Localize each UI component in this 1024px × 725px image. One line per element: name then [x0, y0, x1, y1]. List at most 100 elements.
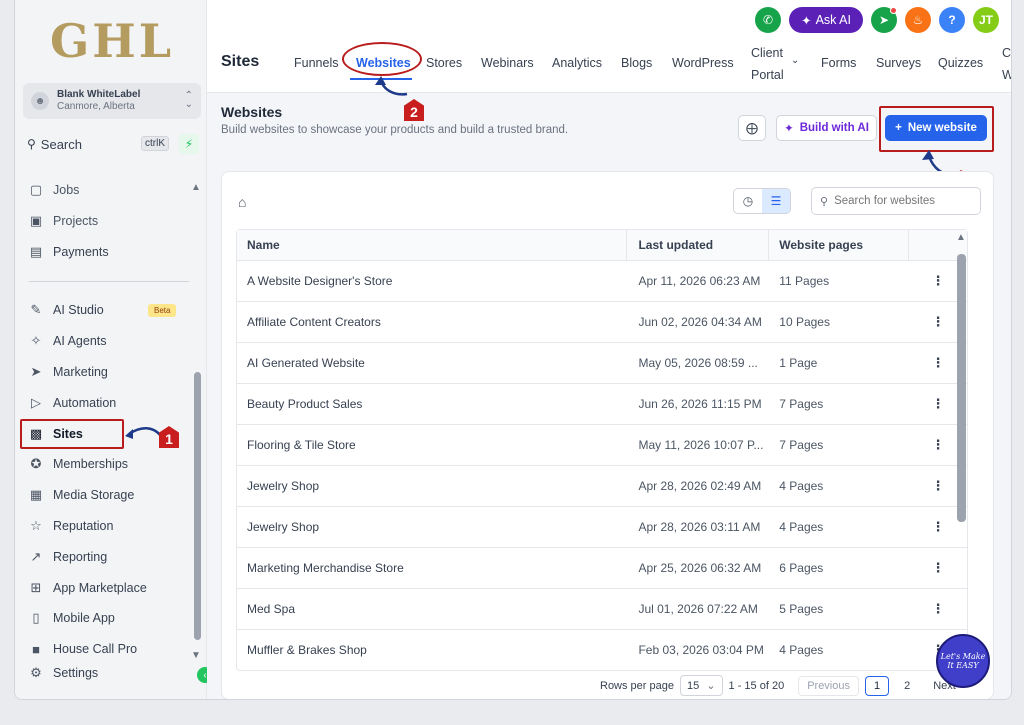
table-row[interactable]: Marketing Merchandise Store Apr 25, 2026…	[237, 547, 967, 588]
sidebar-item-automation[interactable]: ▷ Automation	[27, 391, 116, 415]
table-row[interactable]: Med Spa Jul 01, 2026 07:22 AM 5 Pages ⋮	[237, 588, 967, 629]
tab-surveys[interactable]: Surveys	[876, 56, 921, 70]
bell-icon[interactable]: ♨	[905, 7, 931, 33]
scroll-up-icon[interactable]: ▲	[191, 182, 201, 193]
sidebar-divider	[29, 281, 189, 282]
search-icon: ⚲	[27, 137, 36, 151]
step1-arrow-icon	[125, 427, 162, 439]
tab-wordpress[interactable]: WordPress	[672, 56, 734, 70]
previous-button[interactable]: Previous	[798, 675, 859, 696]
ask-ai-button[interactable]: ✦ Ask AI	[789, 7, 863, 33]
chevron-down-icon[interactable]: ⌄	[791, 55, 799, 66]
build-with-ai-button[interactable]: ✦ Build with AI	[776, 115, 877, 141]
sidebar-scrollbar[interactable]	[194, 372, 201, 640]
tab-funnels[interactable]: Funnels	[294, 56, 338, 70]
sidebar-item-media-storage[interactable]: ▦ Media Storage	[27, 483, 134, 507]
table-row[interactable]: Muffler & Brakes Shop Feb 03, 2026 03:04…	[237, 629, 967, 670]
sidebar-item-reporting[interactable]: ↗ Reporting	[27, 545, 108, 569]
phone-icon: ▯	[32, 610, 40, 625]
sites-highlight-box	[20, 419, 124, 449]
column-last-updated[interactable]: Last updated	[627, 230, 770, 260]
sidebar-item-ai-studio[interactable]: ✎ AI Studio	[27, 298, 104, 322]
receipt-icon: ▤	[29, 244, 43, 259]
tab-webinars[interactable]: Webinars	[481, 56, 534, 70]
watermark-logo: Let's Make It EASY	[936, 634, 990, 688]
sidebar-item-settings[interactable]: ⚙ Settings	[27, 661, 98, 685]
rows-per-page-label: Rows per page	[600, 679, 674, 692]
tab-widget[interactable]: Widg	[1002, 68, 1011, 82]
top-icons: ✆ ✦ Ask AI ➤ ♨ ? JT	[755, 7, 999, 33]
account-switcher[interactable]: ☻ Blank WhiteLabel Canmore, Alberta ⌃ ⌄	[23, 83, 201, 119]
help-button[interactable]: ?	[939, 7, 965, 33]
folder-plus-icon: ⨁	[746, 121, 758, 135]
websites-card: ⌂ ◷ ☰ ⚲ Name Last updated Website pages …	[221, 171, 994, 699]
tab-stores[interactable]: Stores	[426, 56, 462, 70]
toolbox-icon: ■	[32, 641, 40, 657]
search-label: Search	[40, 136, 82, 152]
sidebar-item-memberships[interactable]: ✪ Memberships	[27, 452, 128, 476]
scroll-down-icon[interactable]: ▼	[191, 650, 201, 661]
step2-arrow-icon	[375, 76, 408, 96]
new-folder-button[interactable]: ⨁	[738, 115, 766, 141]
ai-studio-icon: ✎	[30, 302, 42, 317]
sidebar-item-payments[interactable]: ▤ Payments	[27, 240, 109, 264]
table-header: Name Last updated Website pages	[237, 230, 967, 260]
user-icon: ☻	[31, 92, 49, 110]
sidebar-item-reputation[interactable]: ☆ Reputation	[27, 514, 113, 538]
tab-analytics[interactable]: Analytics	[552, 56, 602, 70]
home-icon[interactable]: ⌂	[238, 194, 246, 210]
notification-dot	[890, 7, 897, 14]
megaphone-icon[interactable]: ➤	[871, 7, 897, 33]
table-row[interactable]: A Website Designer's Store Apr 11, 2026 …	[237, 260, 967, 301]
sidebar-item-projects[interactable]: ▣ Projects	[27, 209, 98, 233]
sidebar-item-app-marketplace[interactable]: ⊞ App Marketplace	[27, 576, 147, 600]
table-row[interactable]: Jewelry Shop Apr 28, 2026 03:11 AM 4 Pag…	[237, 506, 967, 547]
sidebar-item-house-call-pro[interactable]: ■ House Call Pro	[27, 637, 137, 661]
sidebar-item-ai-agents[interactable]: ✧ AI Agents	[27, 329, 107, 353]
table-row[interactable]: Beauty Product Sales Jun 26, 2026 11:15 …	[237, 383, 967, 424]
column-name[interactable]: Name	[237, 230, 628, 260]
app-window: GHL ☻ Blank WhiteLabel Canmore, Alberta …	[14, 0, 1012, 700]
bolt-icon[interactable]: ⚡	[179, 134, 199, 154]
page-2-button[interactable]: 2	[895, 676, 919, 696]
trend-icon: ↗	[30, 549, 42, 564]
table-row[interactable]: Flooring & Tile Store May 11, 2026 10:07…	[237, 424, 967, 465]
tab-portal[interactable]: Portal	[751, 68, 784, 82]
search-icon: ⚲	[820, 195, 829, 208]
top-bar: ✆ ✦ Ask AI ➤ ♨ ? JT Sites Funnels Websit…	[207, 0, 1011, 121]
avatar[interactable]: JT	[973, 7, 999, 33]
sidebar-search[interactable]: ⚲ Search ctrlK	[23, 132, 171, 156]
list-icon[interactable]: ☰	[762, 189, 790, 213]
sidebar-item-marketing[interactable]: ➤ Marketing	[27, 360, 108, 384]
tab-blogs[interactable]: Blogs	[621, 56, 652, 70]
tab-client[interactable]: Client	[751, 46, 783, 60]
search-shortcut: ctrlK	[141, 136, 169, 151]
beta-badge: Beta	[148, 304, 177, 317]
column-website-pages[interactable]: Website pages	[769, 230, 910, 260]
websites-table: Name Last updated Website pages A Websit…	[236, 229, 968, 671]
main-area: ✆ ✦ Ask AI ➤ ♨ ? JT Sites Funnels Websit…	[207, 0, 1011, 699]
table-row[interactable]: AI Generated Website May 05, 2026 08:59 …	[237, 342, 967, 383]
table-scroll-thumb[interactable]	[957, 254, 966, 522]
star-icon: ☆	[30, 518, 42, 533]
rows-per-page-select[interactable]: 15 ⌄	[680, 675, 723, 696]
folder-icon: ▣	[29, 213, 43, 228]
table-scrollbar[interactable]: ▲	[956, 232, 966, 667]
table-row[interactable]: Jewelry Shop Apr 28, 2026 02:49 AM 4 Pag…	[237, 465, 967, 506]
sidebar-item-jobs[interactable]: ▢ Jobs	[27, 178, 80, 202]
chevron-down-icon: ⌄	[706, 680, 716, 692]
website-search[interactable]: ⚲	[811, 187, 981, 215]
phone-call-icon[interactable]: ✆	[755, 7, 782, 33]
page-range: 1 - 15 of 20	[728, 679, 785, 692]
table-row[interactable]: Affiliate Content Creators Jun 02, 2026 …	[237, 301, 967, 342]
clock-icon[interactable]: ◷	[734, 189, 762, 213]
tab-forms[interactable]: Forms	[821, 56, 856, 70]
page-1-button[interactable]: 1	[864, 675, 890, 696]
tab-quizzes[interactable]: Quizzes	[938, 56, 983, 70]
website-search-input[interactable]	[834, 195, 965, 207]
view-toggle: ◷ ☰	[733, 188, 791, 214]
sidebar-item-mobile-app[interactable]: ▯ Mobile App	[27, 606, 114, 630]
tab-chat[interactable]: Chat	[1002, 46, 1011, 60]
chevron-updown-icon: ⌃ ⌄	[184, 90, 193, 110]
scroll-up-icon[interactable]: ▲	[956, 232, 966, 243]
